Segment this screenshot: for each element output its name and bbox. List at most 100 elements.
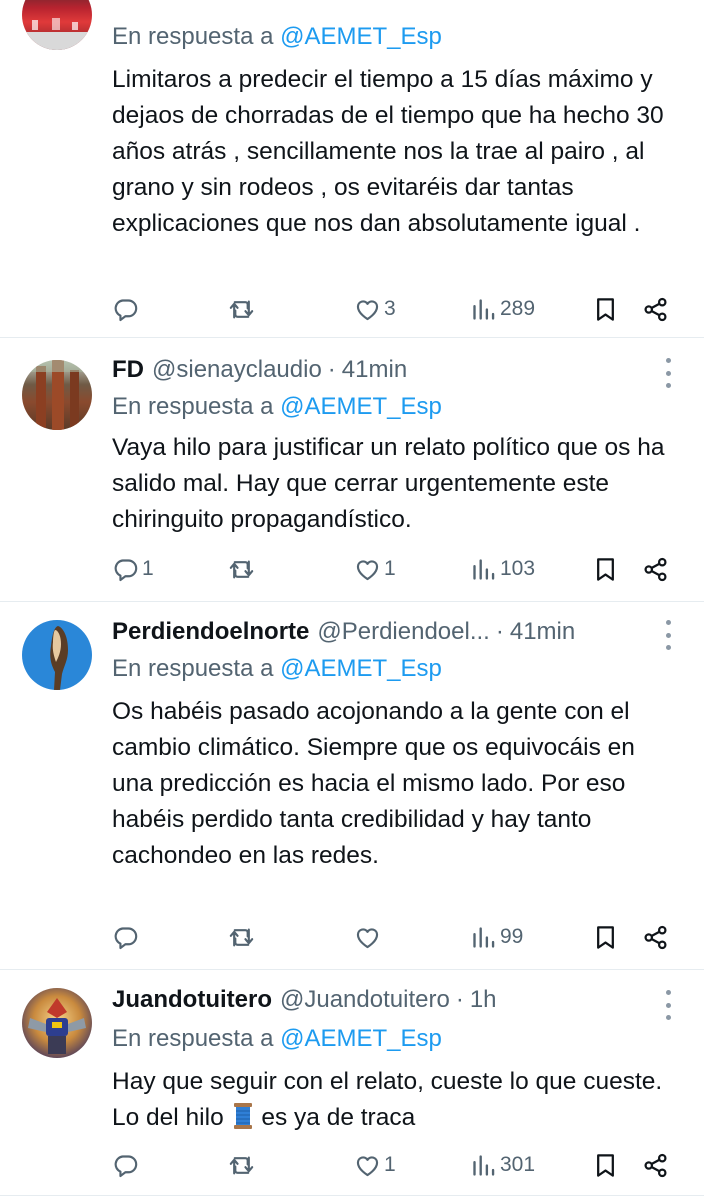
like-button[interactable]: 1 — [354, 552, 396, 586]
avatar-image — [50, 626, 68, 690]
views-button[interactable]: 99 — [470, 920, 523, 954]
tweet-text: Vaya hilo para justificar un relato polí… — [112, 434, 665, 533]
views-count: 289 — [500, 297, 536, 320]
retweet-button[interactable] — [228, 292, 258, 326]
tweet[interactable]: En respuesta a @AEMET_Esp Limitaros a pr… — [0, 0, 704, 338]
user-handle[interactable]: @Perdiendoel... — [317, 618, 489, 646]
reply-prefix: En respuesta a — [112, 23, 274, 50]
more-options-icon[interactable] — [660, 620, 676, 650]
reply-context: En respuesta a @AEMET_Esp — [112, 23, 442, 51]
tweet[interactable]: FD @sienayclaudio · 41min En respuesta a… — [0, 338, 704, 602]
user-handle[interactable]: @Juandotuitero — [280, 986, 450, 1014]
separator: · — [495, 618, 504, 645]
like-count: 3 — [384, 297, 396, 320]
reply-button[interactable] — [112, 292, 142, 326]
reply-prefix: En respuesta a — [112, 1025, 274, 1052]
reply-prefix: En respuesta a — [112, 655, 274, 682]
tweet-text: Limitaros a predecir el tiempo a 15 días… — [112, 66, 664, 237]
bookmark-icon — [592, 556, 619, 583]
bookmark-button[interactable] — [592, 552, 619, 586]
tweet-feed: En respuesta a @AEMET_Esp Limitaros a pr… — [0, 0, 704, 1200]
reply-prefix: En respuesta a — [112, 393, 274, 420]
tweet-text: Hay que seguir con el relato, cueste lo … — [112, 1064, 680, 1136]
views-count: 99 — [500, 925, 524, 948]
retweet-icon — [228, 296, 255, 323]
share-icon — [642, 556, 669, 583]
reply-mention-link[interactable]: @AEMET_Esp — [280, 1025, 442, 1052]
share-icon — [642, 1152, 669, 1179]
views-count: 103 — [500, 557, 536, 580]
avatar-image — [28, 998, 86, 1054]
tweet-header: FD @sienayclaudio · 41min — [112, 353, 644, 387]
reply-context: En respuesta a @AEMET_Esp — [112, 1025, 442, 1053]
tweet-text: Os habéis pasado acojonando a la gente c… — [112, 698, 635, 869]
reply-button[interactable] — [112, 1148, 142, 1182]
tweet[interactable]: Juandotuitero @Juandotuitero · 1h En res… — [0, 970, 704, 1196]
action-bar: 3 289 — [112, 292, 682, 326]
reply-icon — [112, 296, 139, 323]
timestamp[interactable]: 1h — [470, 986, 497, 1014]
share-button[interactable] — [642, 1148, 669, 1182]
like-button[interactable]: 1 — [354, 1148, 396, 1182]
views-button[interactable]: 289 — [470, 292, 535, 326]
reply-context: En respuesta a @AEMET_Esp — [112, 393, 442, 421]
bookmark-button[interactable] — [592, 1148, 619, 1182]
like-count: 1 — [384, 557, 396, 580]
reply-context: En respuesta a @AEMET_Esp — [112, 655, 442, 683]
avatar[interactable] — [22, 988, 92, 1058]
avatar[interactable] — [22, 0, 92, 50]
reply-button[interactable]: 1 — [112, 552, 154, 586]
like-button[interactable] — [354, 920, 384, 954]
user-handle[interactable]: @sienayclaudio — [152, 356, 322, 384]
timestamp[interactable]: 41min — [342, 356, 407, 384]
tweet-header: Juandotuitero @Juandotuitero · 1h — [112, 983, 644, 1017]
bookmark-icon — [592, 924, 619, 951]
tweet-header: Perdiendoelnorte @Perdiendoel... · 41min — [112, 615, 644, 649]
like-icon — [354, 556, 381, 583]
views-icon — [470, 296, 497, 323]
separator: · — [455, 986, 464, 1013]
avatar-image — [22, 360, 92, 430]
avatar-image — [22, 18, 92, 50]
retweet-button[interactable] — [228, 920, 258, 954]
like-count: 1 — [384, 1153, 396, 1176]
more-options-icon[interactable] — [660, 990, 676, 1020]
reply-count: 1 — [142, 557, 154, 580]
retweet-button[interactable] — [228, 1148, 258, 1182]
reply-icon — [112, 556, 139, 583]
separator: · — [327, 356, 336, 383]
share-button[interactable] — [642, 920, 669, 954]
bookmark-icon — [592, 1152, 619, 1179]
share-button[interactable] — [642, 292, 669, 326]
reply-mention-link[interactable]: @AEMET_Esp — [280, 393, 442, 420]
display-name[interactable]: Perdiendoelnorte — [112, 618, 309, 646]
like-icon — [354, 1152, 381, 1179]
avatar[interactable] — [22, 620, 92, 690]
timestamp[interactable]: 41min — [510, 618, 575, 646]
bookmark-button[interactable] — [592, 920, 619, 954]
views-icon — [470, 924, 497, 951]
views-count: 301 — [500, 1153, 536, 1176]
reply-button[interactable] — [112, 920, 142, 954]
views-button[interactable]: 103 — [470, 552, 535, 586]
retweet-button[interactable] — [228, 552, 258, 586]
tweet-text-part: es ya de traca — [261, 1104, 416, 1131]
reply-icon — [112, 924, 139, 951]
tweet[interactable]: Perdiendoelnorte @Perdiendoel... · 41min… — [0, 602, 704, 970]
retweet-icon — [228, 556, 255, 583]
bookmark-button[interactable] — [592, 292, 619, 326]
share-icon — [642, 296, 669, 323]
more-options-icon[interactable] — [660, 358, 676, 388]
reply-mention-link[interactable]: @AEMET_Esp — [280, 655, 442, 682]
share-button[interactable] — [642, 552, 669, 586]
display-name[interactable]: Juandotuitero — [112, 986, 272, 1014]
retweet-icon — [228, 1152, 255, 1179]
display-name[interactable]: FD — [112, 356, 144, 384]
avatar[interactable] — [22, 360, 92, 430]
like-button[interactable]: 3 — [354, 292, 396, 326]
reply-mention-link[interactable]: @AEMET_Esp — [280, 23, 442, 50]
views-button[interactable]: 301 — [470, 1148, 535, 1182]
retweet-icon — [228, 924, 255, 951]
views-icon — [470, 556, 497, 583]
like-icon — [354, 924, 381, 951]
